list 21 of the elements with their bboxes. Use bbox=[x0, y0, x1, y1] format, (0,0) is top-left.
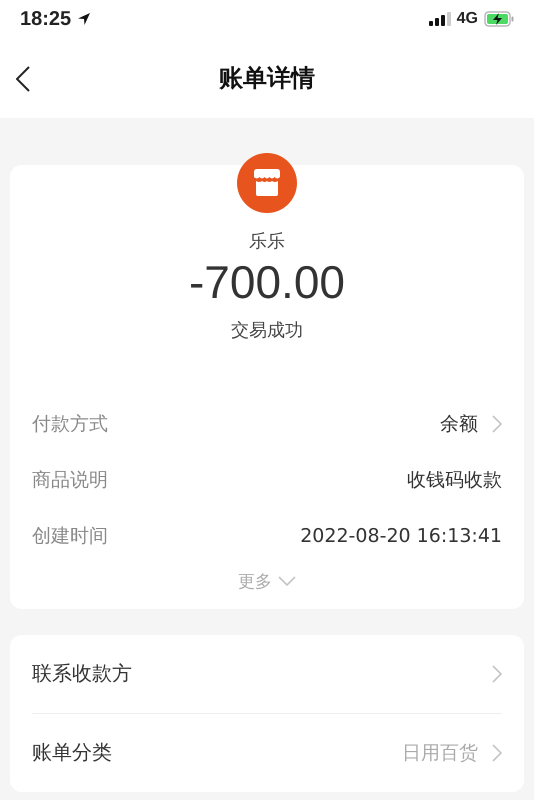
payee-name: 乐乐 bbox=[249, 230, 285, 253]
detail-value: 收钱码收款 bbox=[407, 468, 502, 493]
action-row[interactable]: 联系收款方 bbox=[32, 634, 502, 713]
location-arrow-icon bbox=[77, 12, 92, 26]
network-label: 4G bbox=[456, 10, 478, 28]
detail-value: 余额 bbox=[440, 412, 478, 437]
battery-charging-icon bbox=[484, 11, 514, 27]
page-title: 账单详情 bbox=[219, 63, 315, 94]
action-value: 日用百货 bbox=[402, 740, 478, 766]
back-icon[interactable] bbox=[16, 66, 30, 92]
detail-label: 商品说明 bbox=[32, 468, 108, 493]
status-time: 18:25 bbox=[20, 8, 72, 30]
detail-label: 付款方式 bbox=[32, 412, 108, 437]
signal-icon bbox=[428, 12, 451, 26]
detail-label: 创建时间 bbox=[32, 524, 108, 549]
action-row[interactable]: 账单分类 日用百货 bbox=[32, 714, 502, 792]
detail-value: 2022-08-20 16:13:41 bbox=[300, 524, 502, 547]
amount-text: -700.00 bbox=[188, 257, 345, 308]
action-label: 联系收款方 bbox=[32, 660, 132, 688]
transaction-status: 交易成功 bbox=[231, 318, 303, 342]
action-label: 账单分类 bbox=[32, 739, 112, 766]
